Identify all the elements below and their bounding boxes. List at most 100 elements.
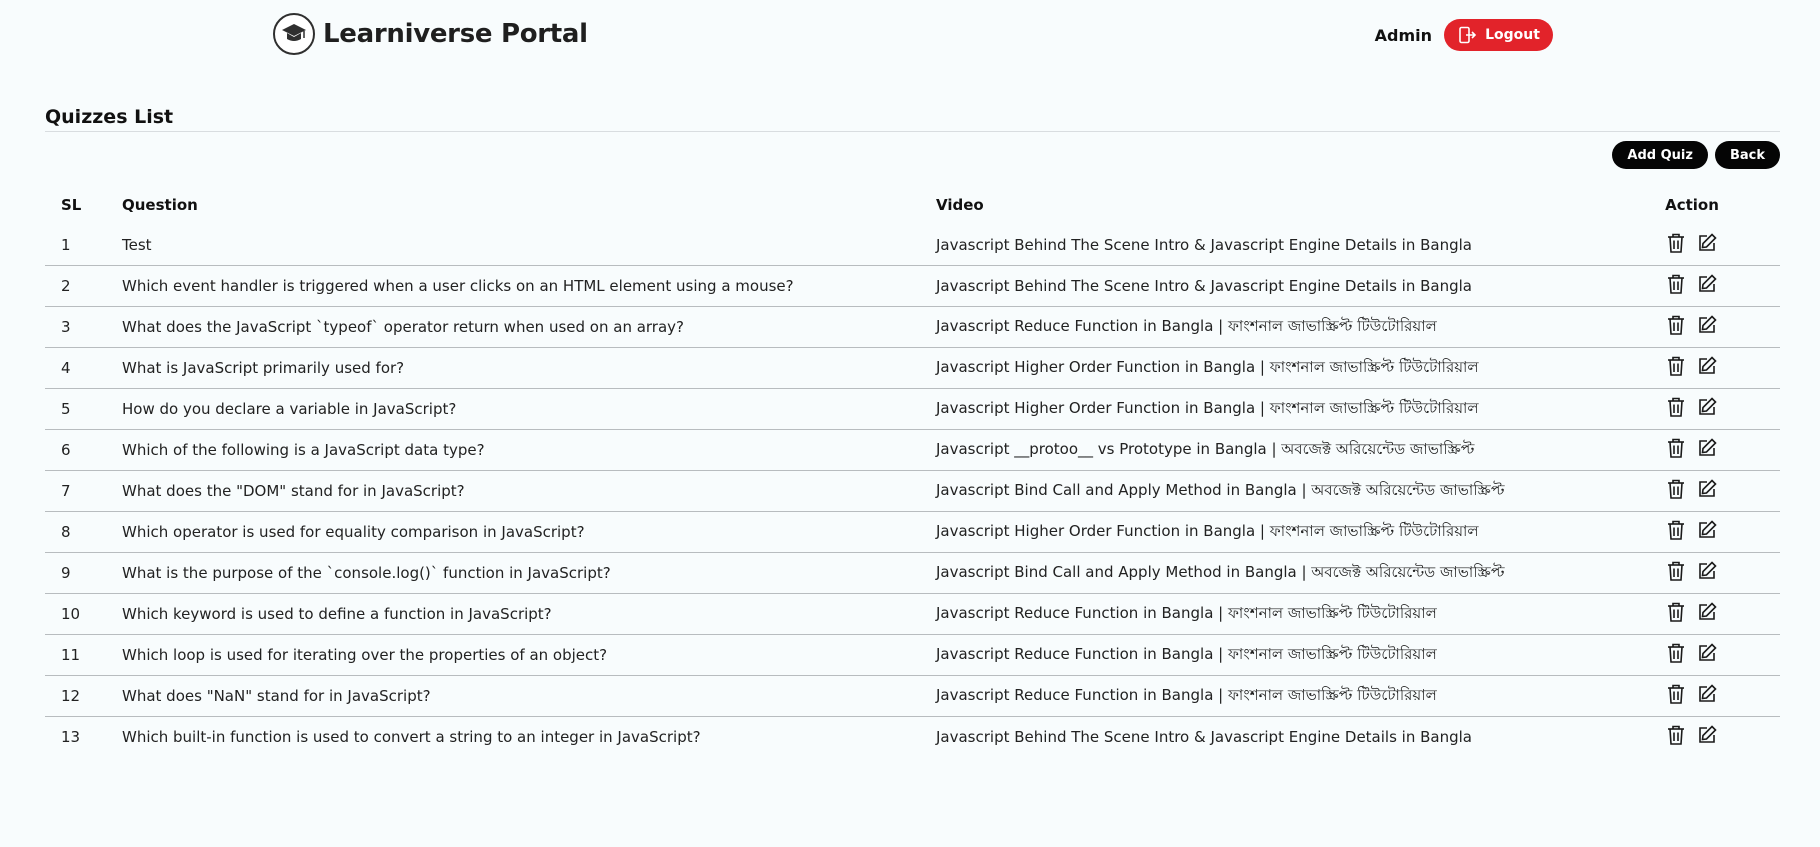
trash-icon[interactable] [1666, 642, 1686, 664]
row-question: What does "NaN" stand for in JavaScript? [122, 675, 936, 717]
row-actions [1626, 470, 1780, 512]
table-header-row: SL Question Video Action [45, 185, 1780, 225]
edit-icon[interactable] [1696, 437, 1718, 459]
row-actions [1626, 634, 1780, 676]
row-actions [1626, 225, 1780, 266]
row-actions [1626, 552, 1780, 594]
row-actions [1626, 265, 1780, 307]
edit-icon[interactable] [1696, 314, 1718, 336]
table-row: 11 Which loop is used for iterating over … [45, 634, 1780, 676]
row-video: Javascript Reduce Function in Bangla | ফ… [936, 306, 1626, 348]
trash-icon[interactable] [1666, 437, 1686, 459]
row-sl: 7 [45, 470, 122, 512]
row-actions [1626, 429, 1780, 471]
row-question: What is JavaScript primarily used for? [122, 347, 936, 389]
page-title: Quizzes List [45, 106, 174, 128]
row-sl: 10 [45, 593, 122, 635]
trash-icon[interactable] [1666, 560, 1686, 582]
row-question: What does the JavaScript `typeof` operat… [122, 306, 936, 348]
edit-icon[interactable] [1696, 683, 1718, 705]
row-actions [1626, 388, 1780, 430]
row-actions [1626, 593, 1780, 635]
table-row: 3 What does the JavaScript `typeof` opera… [45, 306, 1780, 348]
edit-icon[interactable] [1696, 601, 1718, 623]
column-header-question: Question [122, 196, 198, 214]
row-question: Which keyword is used to define a functi… [122, 593, 936, 635]
row-sl: 9 [45, 552, 122, 594]
trash-icon[interactable] [1666, 683, 1686, 705]
edit-icon[interactable] [1696, 478, 1718, 500]
quizzes-table: SL Question Video Action 1 Test Javascript… [45, 185, 1780, 757]
logout-label: Logout [1485, 27, 1540, 43]
row-sl: 8 [45, 511, 122, 553]
top-navbar: Learniverse Portal Admin Logout [0, 0, 1820, 70]
column-header-action: Action [1665, 196, 1719, 214]
edit-icon[interactable] [1696, 519, 1718, 541]
row-video: Javascript Higher Order Function in Bang… [936, 388, 1626, 430]
edit-icon[interactable] [1696, 642, 1718, 664]
trash-icon[interactable] [1666, 273, 1686, 295]
edit-icon[interactable] [1696, 560, 1718, 582]
row-video: Javascript Reduce Function in Bangla | ফ… [936, 593, 1626, 635]
row-video: Javascript Higher Order Function in Bang… [936, 511, 1626, 553]
brand-title: Learniverse Portal [323, 19, 588, 49]
row-sl: 3 [45, 306, 122, 348]
row-video: Javascript Bind Call and Apply Method in… [936, 552, 1626, 594]
row-sl: 12 [45, 675, 122, 717]
row-sl: 11 [45, 634, 122, 676]
trash-icon[interactable] [1666, 601, 1686, 623]
edit-icon[interactable] [1696, 232, 1718, 254]
edit-icon[interactable] [1696, 355, 1718, 377]
column-header-video: Video [936, 196, 984, 214]
table-row: 6 Which of the following is a JavaScript … [45, 429, 1780, 471]
table-row: 5 How do you declare a variable in JavaSc… [45, 388, 1780, 430]
logout-icon [1457, 25, 1477, 45]
column-header-sl: SL [61, 196, 82, 214]
logout-button[interactable]: Logout [1444, 19, 1553, 51]
table-row: 1 Test Javascript Behind The Scene Intro &… [45, 225, 1780, 266]
row-video: Javascript Reduce Function in Bangla | ফ… [936, 634, 1626, 676]
trash-icon[interactable] [1666, 724, 1686, 746]
row-question: What is the purpose of the `console.log(… [122, 552, 936, 594]
user-name: Admin [1374, 25, 1432, 45]
table-row: 12 What does "NaN" stand for in JavaScrip… [45, 675, 1780, 717]
row-question: Which operator is used for equality comp… [122, 511, 936, 553]
row-question: Which event handler is triggered when a … [122, 265, 936, 307]
trash-icon[interactable] [1666, 355, 1686, 377]
table-row: 7 What does the "DOM" stand for in JavaSc… [45, 470, 1780, 512]
row-video: Javascript __protoo__ vs Prototype in Ba… [936, 429, 1626, 471]
trash-icon[interactable] [1666, 396, 1686, 418]
row-question: What does the "DOM" stand for in JavaScr… [122, 470, 936, 512]
row-video: Javascript Reduce Function in Bangla | ফ… [936, 675, 1626, 717]
row-video: Javascript Behind The Scene Intro & Java… [936, 716, 1626, 757]
row-sl: 2 [45, 265, 122, 307]
row-sl: 6 [45, 429, 122, 471]
row-video: Javascript Behind The Scene Intro & Java… [936, 265, 1626, 307]
row-question: Which built-in function is used to conve… [122, 716, 936, 757]
table-row: 13 Which built-in function is used to con… [45, 716, 1780, 757]
trash-icon[interactable] [1666, 519, 1686, 541]
row-actions [1626, 675, 1780, 717]
page-actions: Add Quiz Back [1612, 141, 1780, 169]
row-question: Which loop is used for iterating over th… [122, 634, 936, 676]
row-sl: 1 [61, 236, 71, 254]
brand[interactable]: Learniverse Portal [273, 13, 588, 55]
edit-icon[interactable] [1696, 724, 1718, 746]
trash-icon[interactable] [1666, 232, 1686, 254]
row-actions [1626, 716, 1780, 757]
edit-icon[interactable] [1696, 396, 1718, 418]
back-button[interactable]: Back [1714, 141, 1780, 169]
trash-icon[interactable] [1666, 314, 1686, 336]
row-video: Javascript Higher Order Function in Bang… [936, 347, 1626, 389]
row-actions [1626, 306, 1780, 348]
table-row: 2 Which event handler is triggered when a… [45, 265, 1780, 307]
row-sl: 13 [45, 716, 122, 757]
table-row: 8 Which operator is used for equality com… [45, 511, 1780, 553]
row-sl: 5 [45, 388, 122, 430]
row-question: Which of the following is a JavaScript d… [122, 429, 936, 471]
add-quiz-button[interactable]: Add Quiz [1612, 141, 1708, 169]
edit-icon[interactable] [1696, 273, 1718, 295]
row-video: Javascript Bind Call and Apply Method in… [936, 470, 1626, 512]
trash-icon[interactable] [1666, 478, 1686, 500]
graduation-cap-icon [273, 13, 315, 55]
